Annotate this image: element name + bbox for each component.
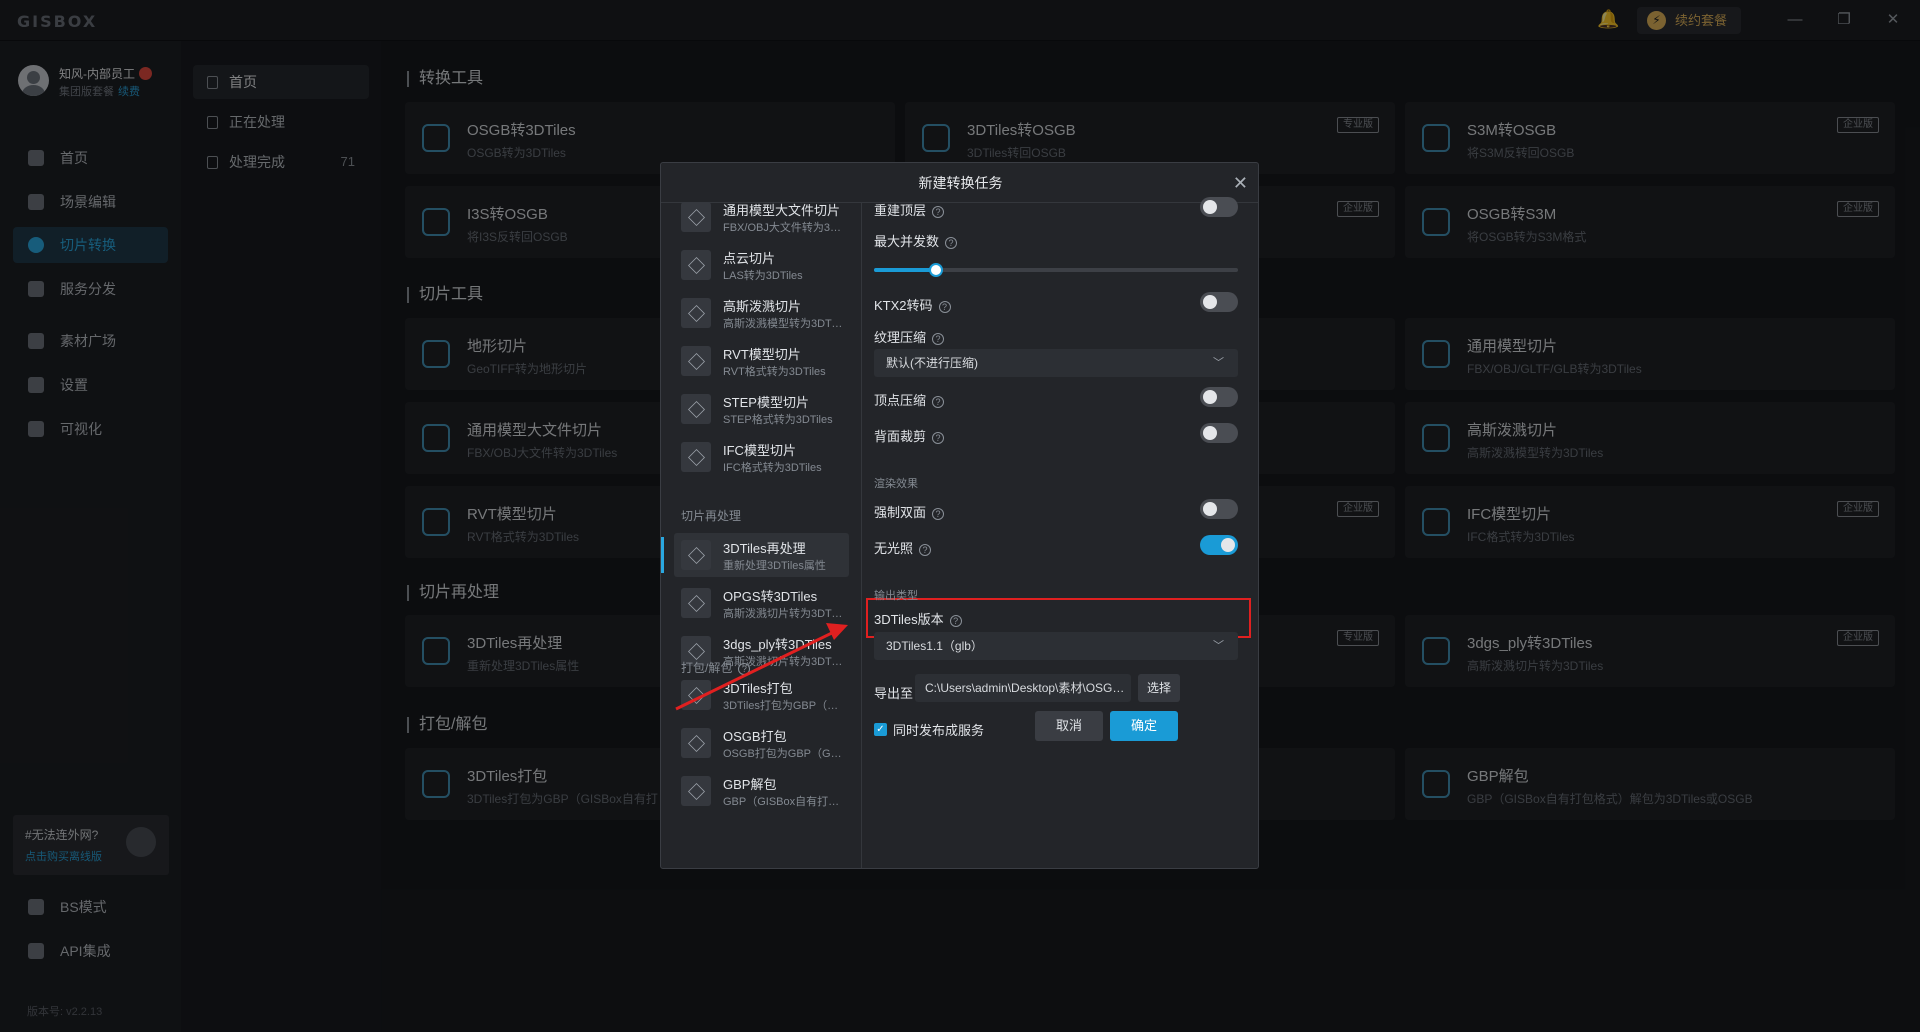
task-type-item[interactable]: 高斯泼溅切片高斯泼溅模型转为3DTiles <box>674 291 849 335</box>
task-type-item[interactable]: STEP模型切片 STEP格式转为3DTiles <box>674 387 849 431</box>
task-type-item[interactable]: RVT模型切片 RVT格式转为3DTiles <box>674 339 849 383</box>
task-type-title: IFC模型切片 <box>723 443 796 458</box>
model-icon <box>681 442 711 472</box>
tiles-version-select[interactable]: 3DTiles1.1（glb） ﹀ <box>874 632 1238 660</box>
vertex-compress-toggle[interactable] <box>1200 387 1238 407</box>
publish-checkbox[interactable]: ✓ <box>874 723 887 736</box>
help-icon[interactable]: ? <box>932 333 945 345</box>
task-type-title: 3dgs_ply转3DTiles <box>723 637 832 652</box>
help-icon[interactable]: ? <box>932 396 945 408</box>
task-type-item[interactable]: IFC模型切片 IFC格式转为3DTiles <box>674 435 849 479</box>
task-type-item[interactable]: 通用模型大文件切片 FBX/OBJ大文件转为3DTiles <box>674 195 849 239</box>
help-icon[interactable]: ? <box>949 615 962 627</box>
task-type-subtitle: LAS转为3DTiles <box>723 270 803 282</box>
task-type-item[interactable]: GBP解包 GBP（GISBox自有打包格式）解包 <box>674 769 849 813</box>
task-type-item[interactable]: 3DTiles打包 3DTiles打包为GBP（GISBox自有打包格式） <box>674 673 849 717</box>
help-icon[interactable]: ? <box>938 301 951 313</box>
output-group-label: 输出类型 <box>874 590 918 602</box>
task-type-subtitle: 高斯泼溅切片转为3DTiles <box>723 608 843 620</box>
tiles-version-label: 3DTiles版本 <box>874 612 944 627</box>
texture-compress-value: 默认(不进行压缩) <box>886 356 978 370</box>
texture-compress-label: 纹理压缩 <box>874 330 927 345</box>
task-type-title: 3DTiles再处理 <box>723 541 806 556</box>
task-type-subtitle: STEP格式转为3DTiles <box>723 414 833 426</box>
max-concurrency-label: 最大并发数 <box>874 234 940 249</box>
tiles-version-value: 3DTiles1.1（glb） <box>886 639 983 653</box>
task-type-title: OPGS转3DTiles <box>723 589 818 604</box>
task-type-title: 3DTiles打包 <box>723 681 793 696</box>
model-icon <box>681 540 711 570</box>
rebuild-top-label: 重建顶层 <box>874 203 927 218</box>
task-type-item[interactable]: OPGS转3DTiles 高斯泼溅切片转为3DTiles <box>674 581 849 625</box>
task-type-subtitle: OSGB打包为GBP（GISBox自有打包格式） <box>723 748 843 760</box>
task-type-subtitle: FBX/OBJ大文件转为3DTiles <box>723 222 843 234</box>
choose-folder-button[interactable]: 选择 <box>1138 674 1180 702</box>
task-type-subtitle: 重新处理3DTiles属性 <box>723 560 826 572</box>
task-type-title: OSGB打包 <box>723 729 787 744</box>
help-icon[interactable]: ? <box>932 206 945 218</box>
model-icon <box>681 588 711 618</box>
task-type-title: GBP解包 <box>723 777 777 792</box>
model-icon <box>681 776 711 806</box>
max-concurrency-slider[interactable] <box>874 263 1238 277</box>
backface-cull-label: 背面裁剪 <box>874 429 927 444</box>
model-icon <box>681 202 711 232</box>
task-type-item[interactable]: 点云切片 LAS转为3DTiles <box>674 243 849 287</box>
model-icon <box>681 394 711 424</box>
task-type-title: 点云切片 <box>723 251 776 266</box>
model-icon <box>681 346 711 376</box>
close-icon[interactable]: ✕ <box>1233 163 1248 203</box>
task-type-subtitle: RVT格式转为3DTiles <box>723 366 826 378</box>
ktx2-label: KTX2转码 <box>874 298 933 313</box>
task-type-list: 通用模型大文件切片 FBX/OBJ大文件转为3DTiles 点云切片 LAS转为3DT… <box>661 202 862 868</box>
double-sided-label: 强制双面 <box>874 505 927 520</box>
modal-title: 新建转换任务 <box>918 175 1003 191</box>
model-icon <box>681 680 711 710</box>
task-type-subtitle: 高斯泼溅模型转为3DTiles <box>723 318 843 330</box>
model-icon <box>681 728 711 758</box>
model-icon <box>681 298 711 328</box>
double-sided-toggle[interactable] <box>1200 499 1238 519</box>
texture-compress-select[interactable]: 默认(不进行压缩) ﹀ <box>874 349 1238 377</box>
export-label: 导出至 <box>874 686 914 701</box>
chevron-down-icon: ﹀ <box>1213 640 1224 652</box>
task-type-item[interactable]: OSGB打包 OSGB打包为GBP（GISBox自有打包格式） <box>674 721 849 765</box>
new-task-modal: 新建转换任务 ✕ 通用模型大文件切片 FBX/OBJ大文件转为3DTiles 点云切… <box>660 162 1259 869</box>
group-pack-label: 打包/解包 <box>681 661 733 675</box>
backface-cull-toggle[interactable] <box>1200 423 1238 443</box>
task-type-subtitle: IFC格式转为3DTiles <box>723 462 822 474</box>
export-path-input[interactable]: C:\Users\admin\Desktop\素材\OSGB\天... <box>915 674 1131 702</box>
help-icon[interactable]: ? <box>919 544 932 556</box>
task-type-item[interactable]: 3DTiles再处理重新处理3DTiles属性 <box>661 533 849 577</box>
help-icon[interactable]: ? <box>932 508 945 520</box>
help-icon[interactable]: ? <box>932 432 945 444</box>
task-type-subtitle: 3DTiles打包为GBP（GISBox自有打包格式） <box>723 700 843 712</box>
help-icon[interactable]: ? <box>945 237 958 249</box>
model-icon <box>681 250 711 280</box>
group-label-pack: 打包/解包? <box>681 659 751 676</box>
task-type-title: RVT模型切片 <box>723 347 801 362</box>
task-type-title: STEP模型切片 <box>723 395 809 410</box>
group-label-reprocess: 切片再处理 <box>681 509 742 523</box>
confirm-button[interactable]: 确定 <box>1110 711 1178 741</box>
unlit-toggle[interactable] <box>1200 535 1238 555</box>
chevron-down-icon: ﹀ <box>1213 357 1224 369</box>
unlit-label: 无光照 <box>874 541 914 556</box>
rebuild-top-toggle[interactable] <box>1200 197 1238 217</box>
slider-fill <box>874 268 936 272</box>
render-group-label: 渲染效果 <box>874 478 918 490</box>
task-type-title: 通用模型大文件切片 <box>723 203 841 218</box>
ktx2-toggle[interactable] <box>1200 292 1238 312</box>
cancel-button[interactable]: 取消 <box>1035 711 1103 741</box>
publish-label: 同时发布成服务 <box>893 723 985 738</box>
slider-handle[interactable] <box>928 263 943 277</box>
help-icon[interactable]: ? <box>738 663 751 675</box>
task-type-title: 高斯泼溅切片 <box>723 299 802 314</box>
task-type-subtitle: GBP（GISBox自有打包格式）解包 <box>723 796 843 808</box>
active-indicator <box>661 537 664 573</box>
vertex-compress-label: 顶点压缩 <box>874 393 927 408</box>
task-settings: 重建顶层? 最大并发数? KTX2转码? 纹理压缩? 默认(不进行压缩) ﹀ 顶点… <box>862 197 1258 868</box>
